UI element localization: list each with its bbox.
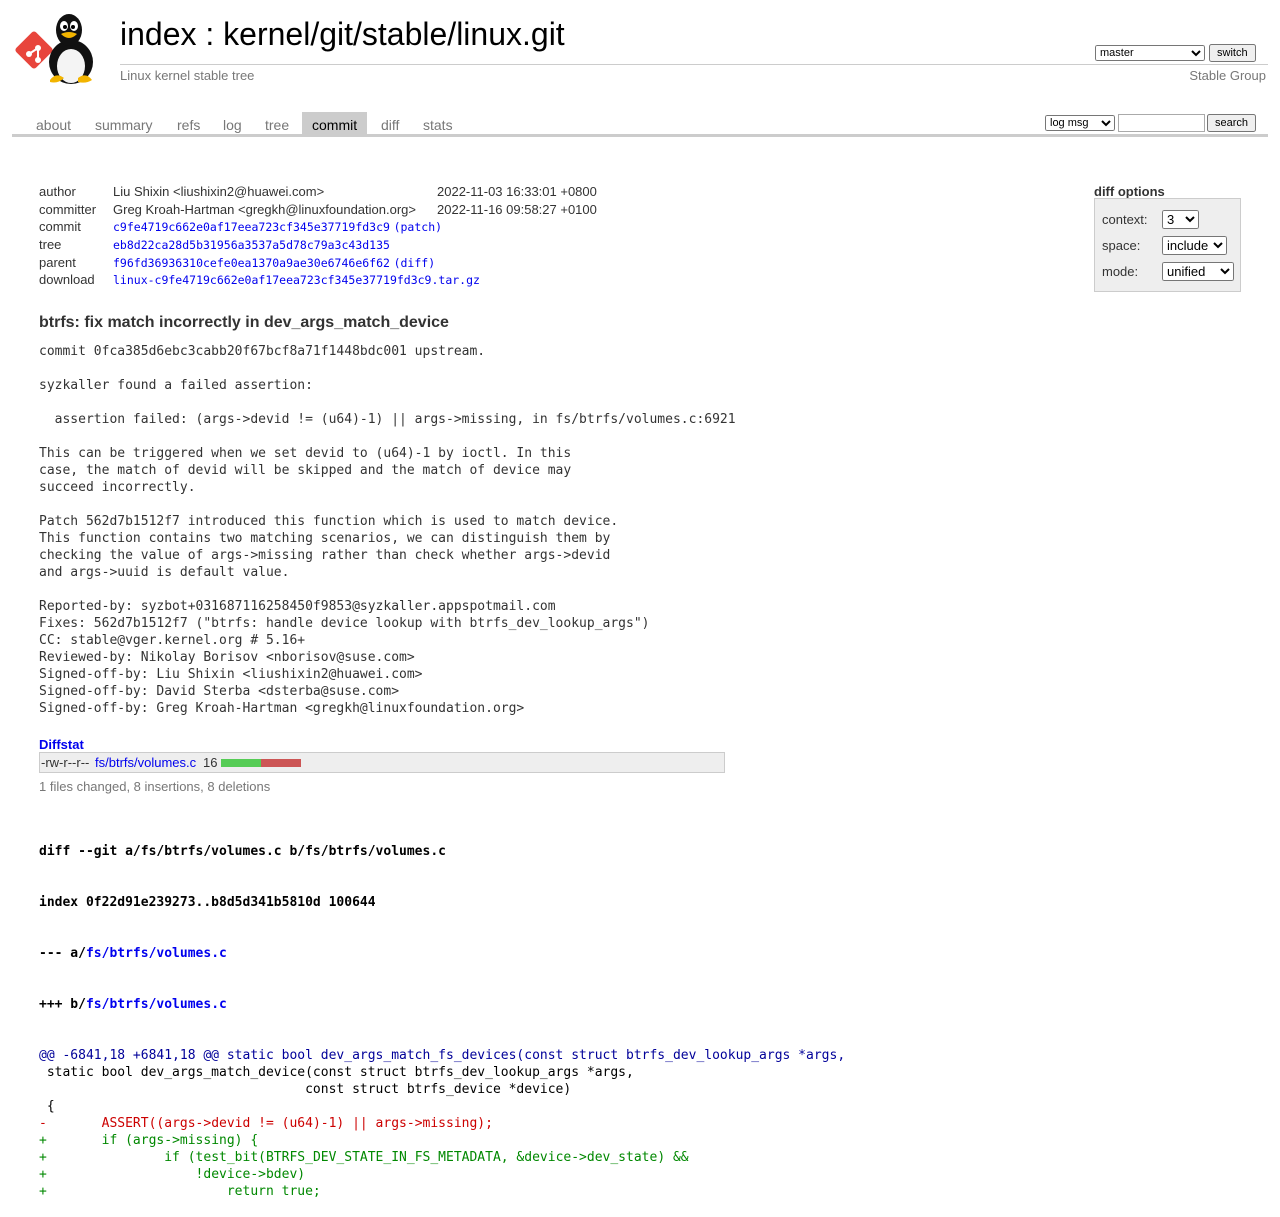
- parent-diff-link[interactable]: (diff): [394, 256, 436, 270]
- diff-line-ctx: static bool dev_args_match_device(const …: [39, 1065, 634, 1080]
- diff-git-line: diff --git a/fs/btrfs/volumes.c b/fs/btr…: [39, 844, 446, 859]
- diff-index-line: index 0f22d91e239273..b8d5d341b5810d 100…: [39, 895, 376, 910]
- diffstat-file-link[interactable]: fs/btrfs/volumes.c: [95, 755, 196, 770]
- header: index : kernel/git/stable/linux.git Linu…: [0, 0, 1280, 100]
- diff-options-title: diff options: [1094, 184, 1165, 199]
- deletions-bar: [261, 759, 301, 767]
- diff-view: diff --git a/fs/btrfs/volumes.c b/fs/btr…: [39, 809, 845, 1217]
- diff-line-add: + if (test_bit(BTRFS_DEV_STATE_IN_FS_MET…: [39, 1150, 689, 1165]
- author-value: Liu Shixin <liushixin2@huawei.com>: [113, 184, 325, 200]
- new-prefix: +++ b/: [39, 997, 86, 1012]
- parent-row: parent f96fd36936310cefe0ea1370a9ae30e67…: [37, 253, 597, 271]
- download-row: download linux-c9fe4719c662e0af17eea723c…: [37, 271, 597, 289]
- diffstat-graph: [221, 759, 301, 767]
- diff-line-del: - ASSERT((args->devid != (u64)-1) || arg…: [39, 1116, 493, 1131]
- space-label: space:: [1102, 238, 1141, 253]
- diff-new-file-line: +++ b/fs/btrfs/volumes.c: [39, 996, 845, 1013]
- index-link[interactable]: index: [120, 16, 197, 52]
- author-label: author: [39, 184, 76, 200]
- diff-line-ctx: const struct btrfs_device *device): [39, 1082, 572, 1097]
- diff-line-add: + !device->bdev): [39, 1167, 306, 1182]
- diffstat-table: -rw-r--r-- fs/btrfs/volumes.c 16: [39, 752, 725, 773]
- tux-logo-icon[interactable]: [14, 12, 110, 84]
- tab-log[interactable]: log: [213, 112, 252, 134]
- download-label: download: [39, 272, 95, 288]
- new-file-link[interactable]: fs/btrfs/volumes.c: [86, 997, 227, 1012]
- search-input[interactable]: [1118, 114, 1205, 132]
- insertions-bar: [221, 759, 261, 767]
- diffstat-summary: 1 files changed, 8 insertions, 8 deletio…: [39, 779, 271, 794]
- repo-description: Linux kernel stable tree: [120, 68, 255, 83]
- tab-refs[interactable]: refs: [167, 112, 210, 134]
- committer-row: committer Greg Kroah-Hartman <gregkh@lin…: [37, 201, 597, 219]
- tab-stats[interactable]: stats: [413, 112, 463, 134]
- diff-line-add: + return true;: [39, 1184, 321, 1199]
- committer-value: Greg Kroah-Hartman <gregkh@linuxfoundati…: [113, 201, 416, 217]
- header-divider: [120, 64, 1268, 65]
- old-prefix: --- a/: [39, 946, 86, 961]
- tab-about[interactable]: about: [26, 112, 81, 134]
- diff-lines: @@ -6841,18 +6841,18 @@ static bool dev_…: [39, 1047, 845, 1200]
- committer-label: committer: [39, 201, 97, 217]
- tab-summary[interactable]: summary: [85, 112, 163, 134]
- patch-link[interactable]: (patch): [394, 220, 442, 234]
- search-mode-select[interactable]: log msg: [1045, 115, 1115, 131]
- parent-label: parent: [39, 254, 76, 270]
- tab-commit[interactable]: commit: [302, 112, 368, 134]
- author-date: 2022-11-03 16:33:01 +0800: [437, 184, 597, 200]
- committer-date: 2022-11-16 09:58:27 +0100: [437, 201, 597, 217]
- tab-tree[interactable]: tree: [255, 112, 299, 134]
- file-mode: -rw-r--r--: [41, 755, 90, 770]
- author-row: author Liu Shixin <liushixin2@huawei.com…: [37, 183, 597, 201]
- diffstat-link[interactable]: Diffstat: [39, 737, 84, 752]
- space-select[interactable]: include: [1162, 236, 1227, 255]
- commit-label: commit: [39, 219, 81, 235]
- diff-line-hunk: @@ -6841,18 +6841,18 @@ static bool dev_…: [39, 1048, 846, 1063]
- commit-message: commit 0fca385d6ebc3cabb20f67bcf8a71f144…: [39, 344, 736, 716]
- repo-link[interactable]: kernel/git/stable/linux.git: [223, 16, 565, 52]
- download-link[interactable]: linux-c9fe4719c662e0af17eea723cf345e3771…: [113, 273, 480, 287]
- title-separator: :: [196, 16, 224, 52]
- switch-button[interactable]: switch: [1209, 44, 1256, 62]
- commit-row: commit c9fe4719c662e0af17eea723cf345e377…: [37, 218, 597, 236]
- diff-options-panel: context: 3 space: include mode: unified: [1094, 198, 1241, 292]
- context-label: context:: [1102, 212, 1148, 227]
- branch-select[interactable]: master: [1095, 45, 1205, 61]
- search-button[interactable]: search: [1207, 114, 1257, 132]
- repo-owner: Stable Group: [1189, 68, 1266, 83]
- commit-hash-link[interactable]: c9fe4719c662e0af17eea723cf345e37719fd3c9: [113, 220, 390, 234]
- diffstat-count: 16: [203, 755, 218, 770]
- tree-row: tree eb8d22ca28d5b31956a3537a5d78c79a3c4…: [37, 236, 597, 254]
- tree-hash-link[interactable]: eb8d22ca28d5b31956a3537a5d78c79a3c43d135: [113, 238, 390, 252]
- commit-info-table: author Liu Shixin <liushixin2@huawei.com…: [37, 183, 597, 289]
- page-title: index : kernel/git/stable/linux.git: [120, 16, 565, 53]
- tree-label: tree: [39, 237, 62, 253]
- commit-subject: btrfs: fix match incorrectly in dev_args…: [39, 314, 449, 331]
- tab-diff[interactable]: diff: [371, 112, 409, 134]
- diff-line-add: + if (args->missing) {: [39, 1133, 259, 1148]
- old-file-link[interactable]: fs/btrfs/volumes.c: [86, 946, 227, 961]
- parent-hash-link[interactable]: f96fd36936310cefe0ea1370a9ae30e6746e6f62: [113, 256, 390, 270]
- mode-select[interactable]: unified: [1162, 262, 1234, 281]
- diff-old-file-line: --- a/fs/btrfs/volumes.c: [39, 945, 845, 962]
- mode-label: mode:: [1102, 264, 1139, 279]
- context-select[interactable]: 3: [1162, 210, 1199, 229]
- diff-line-ctx: {: [39, 1099, 55, 1114]
